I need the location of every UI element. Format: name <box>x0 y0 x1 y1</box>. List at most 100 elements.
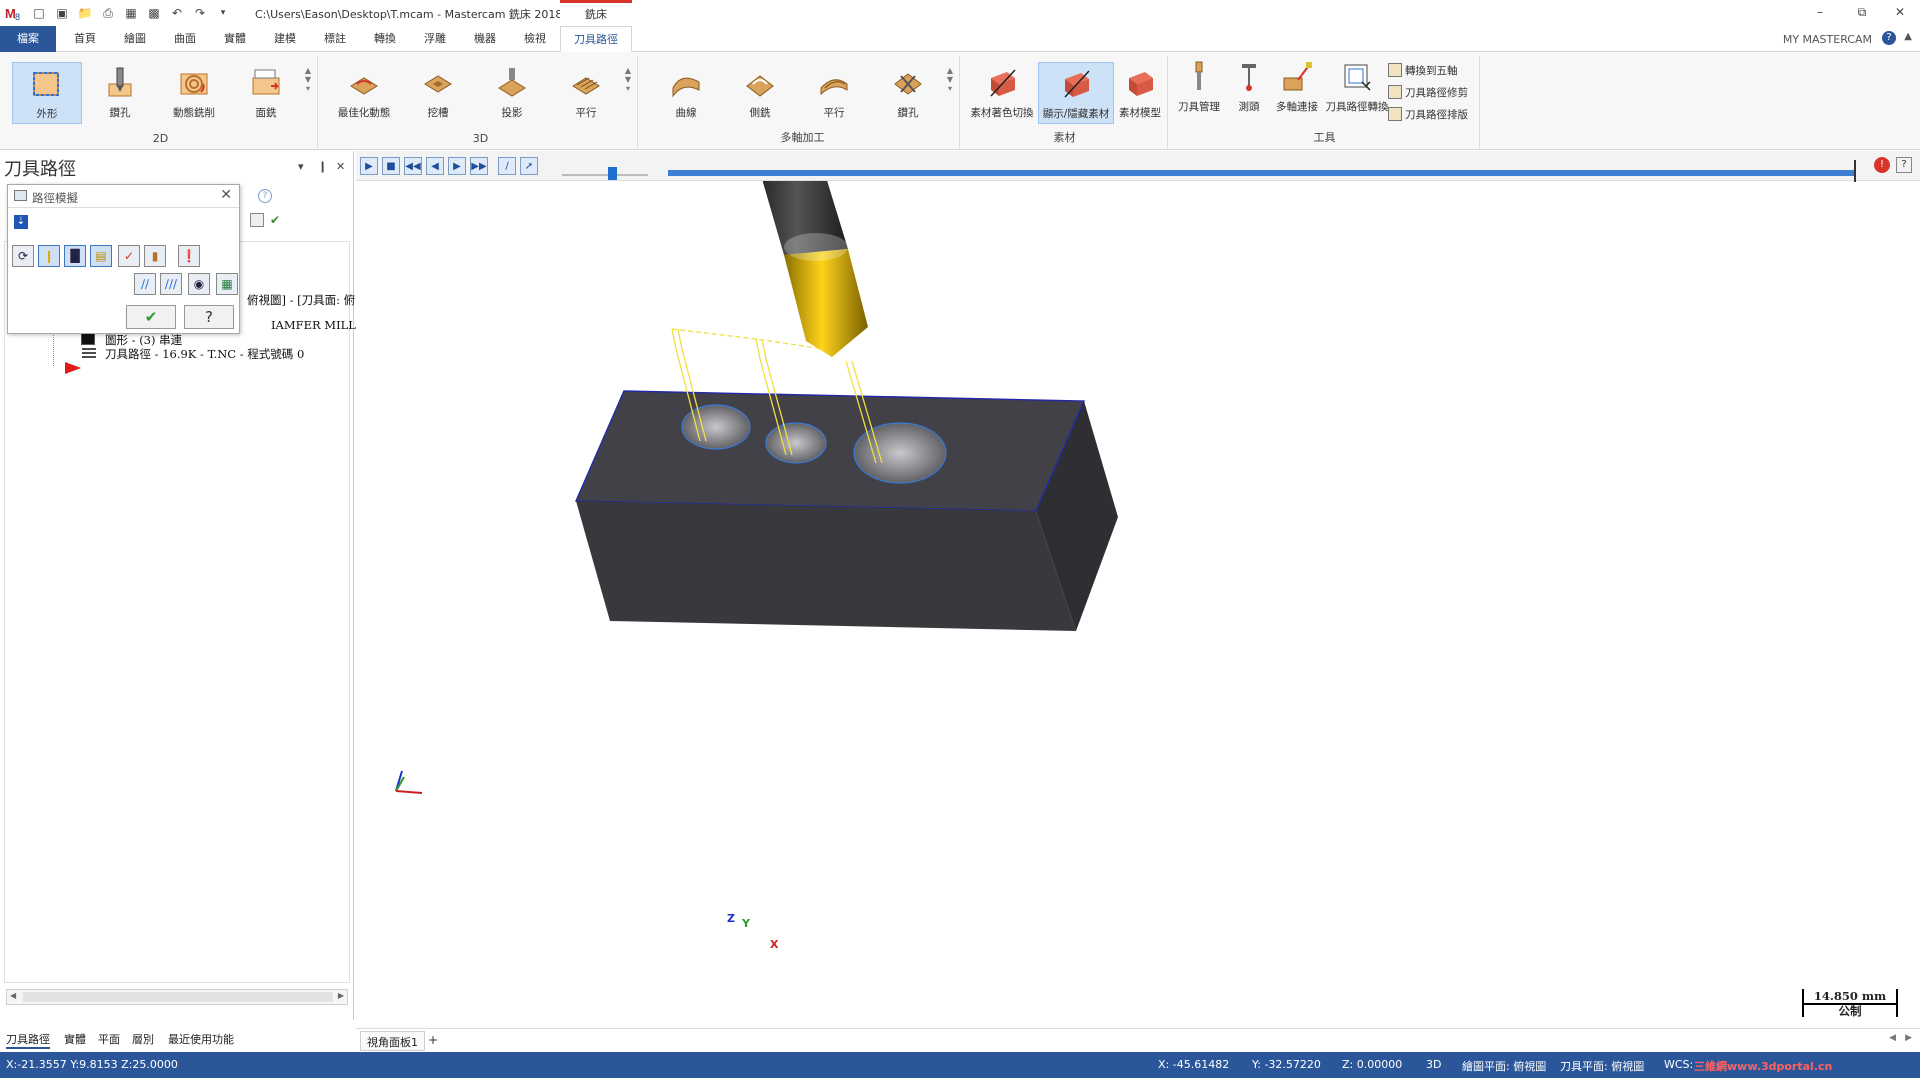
dialog-help-button[interactable]: ? <box>184 305 234 329</box>
restore-button[interactable]: ⧉ <box>1848 5 1876 21</box>
nesting-button[interactable]: 刀具路徑排版 <box>1388 104 1468 124</box>
scroll-right-icon[interactable]: ▶ <box>338 991 344 1000</box>
tab-transform[interactable]: 轉換 <box>362 26 408 52</box>
open-folder-icon[interactable]: 📁 <box>76 4 94 22</box>
display-color-cycle-button[interactable]: ⟳ <box>12 245 34 267</box>
curve-multiaxis-button[interactable]: 曲線 <box>656 62 716 124</box>
status-tool-plane[interactable]: 刀具平面: 俯視圖 <box>1560 1058 1644 1074</box>
panel-toolbar-icon-a[interactable] <box>250 213 264 227</box>
run-mode-button[interactable]: ➚ <box>520 157 538 175</box>
pocket-3d-button[interactable]: 挖槽 <box>408 62 468 124</box>
customize-dropdown-icon[interactable]: ▾ <box>214 4 232 22</box>
close-window-button[interactable]: ✕ <box>1886 5 1914 21</box>
panel-dropdown-icon[interactable]: ▾ <box>298 160 304 173</box>
panel-help-icon[interactable]: ? <box>258 189 272 203</box>
tab-home[interactable]: 首頁 <box>62 26 108 52</box>
properties-icon[interactable]: ▩ <box>145 4 163 22</box>
panel-toolbar-icon-b[interactable]: ✔ <box>270 213 284 227</box>
tab-surfaces[interactable]: 曲面 <box>162 26 208 52</box>
tree-row-toolpath[interactable]: 刀具路徑 - 16.9K - T.NC - 程式號碼 0 <box>105 346 304 362</box>
go-to-start-button[interactable]: ◀◀ <box>404 157 422 175</box>
manager-tab-recent[interactable]: 最近使用功能 <box>168 1031 234 1047</box>
expand-options-icon[interactable]: ⇣ <box>14 215 28 229</box>
convert-to-5axis-button[interactable]: 轉換到五軸 <box>1388 60 1458 80</box>
panel-close-icon[interactable]: ✕ <box>336 160 345 173</box>
status-z[interactable]: Z: 0.00000 <box>1342 1058 1402 1071</box>
toolpath-info-button[interactable]: ∕∕ <box>134 273 156 295</box>
play-button[interactable]: ▶ <box>360 157 378 175</box>
print-preview-icon[interactable]: ▦ <box>122 4 140 22</box>
swarf-button[interactable]: 側銑 <box>730 62 790 124</box>
insert-arrow-icon[interactable] <box>63 360 83 376</box>
save-icon[interactable]: ▣ <box>53 4 71 22</box>
panel-pin-icon[interactable]: ❙ <box>318 160 327 173</box>
screenshot-button[interactable]: ◉ <box>188 273 210 295</box>
drill-multiaxis-button[interactable]: 鑽孔 <box>878 62 938 124</box>
multiaxis-linking-button[interactable]: 多軸連接 <box>1270 56 1324 118</box>
gallery-scroll-multiaxis[interactable]: ▲ ▼ ▾ <box>944 66 956 93</box>
tab-toolpaths[interactable]: 刀具路徑 <box>560 26 632 52</box>
tab-model-prep[interactable]: 建模 <box>262 26 308 52</box>
mastercam-logo-icon[interactable]: M 8 <box>4 3 24 23</box>
new-file-icon[interactable]: □ <box>30 4 48 22</box>
help-icon[interactable]: ? <box>1882 31 1896 45</box>
toolpath-all-button[interactable]: ∕∕∕ <box>160 273 182 295</box>
go-to-end-button[interactable]: ▶▶ <box>470 157 488 175</box>
display-tool-button[interactable]: ❙ <box>38 245 60 267</box>
tab-view[interactable]: 檢視 <box>512 26 558 52</box>
dialog-close-icon[interactable]: ✕ <box>220 187 232 203</box>
manager-tab-planes[interactable]: 平面 <box>98 1031 120 1047</box>
tab-file[interactable]: 檔案 <box>0 26 56 52</box>
face-mill-button[interactable]: 面銑 <box>236 62 296 124</box>
dynamic-mill-button[interactable]: 動態銑削 <box>164 62 224 124</box>
tab-machine[interactable]: 機器 <box>462 26 508 52</box>
trace-mode-button[interactable]: ∕ <box>498 157 516 175</box>
display-entity-endpoints-button[interactable]: ✓ <box>118 245 140 267</box>
viewsheet-scroll-left-icon[interactable]: ◀ <box>1889 1033 1896 1043</box>
drill-button[interactable]: 鑽孔 <box>90 62 150 124</box>
tab-solids[interactable]: 實體 <box>212 26 258 52</box>
graphics-viewport[interactable]: Z Y X <box>356 151 1920 1024</box>
probe-button[interactable]: 測頭 <box>1226 56 1272 118</box>
add-viewsheet-button[interactable]: + <box>428 1033 438 1047</box>
sim-help-icon[interactable]: ? <box>1896 157 1912 173</box>
status-wcs[interactable]: WCS: <box>1664 1058 1693 1071</box>
optirough-button[interactable]: 最佳化動態 <box>334 62 394 124</box>
configure-button[interactable]: ❗ <box>178 245 200 267</box>
tool-manager-button[interactable]: 刀具管理 <box>1172 56 1226 118</box>
undo-icon[interactable]: ↶ <box>168 4 186 22</box>
scene-canvas[interactable] <box>356 151 1920 1024</box>
my-mastercam-link[interactable]: MY MASTERCAM <box>1783 33 1872 46</box>
show-hide-stock-button[interactable]: 顯示/隱藏素材 <box>1038 62 1114 124</box>
viewsheet-tab[interactable]: 視角面板1 <box>360 1031 425 1051</box>
minimize-button[interactable]: – <box>1806 5 1834 21</box>
progress-end-marker[interactable] <box>1854 160 1856 182</box>
playback-progress-bar[interactable] <box>668 170 1856 176</box>
shade-verify-button[interactable]: ▮ <box>144 245 166 267</box>
display-rapid-button[interactable]: ▤ <box>90 245 112 267</box>
stop-button[interactable]: ■ <box>382 157 400 175</box>
tab-wireframe[interactable]: 繪圖 <box>112 26 158 52</box>
status-mode[interactable]: 3D <box>1426 1058 1441 1071</box>
tab-drafting[interactable]: 標註 <box>312 26 358 52</box>
scrollbar-thumb[interactable] <box>23 992 333 1002</box>
stock-shading-toggle-button[interactable]: 素材著色切換 <box>968 62 1036 124</box>
parallel-3d-button[interactable]: 平行 <box>556 62 616 124</box>
print-icon[interactable]: ⎙ <box>99 4 117 22</box>
ok-button[interactable]: ✔ <box>126 305 176 329</box>
display-holder-button[interactable]: █ <box>64 245 86 267</box>
gallery-scroll-3d[interactable]: ▲ ▼ ▾ <box>622 66 634 93</box>
collapse-ribbon-icon[interactable]: ▲ <box>1904 31 1912 42</box>
manager-tab-solids[interactable]: 實體 <box>64 1031 86 1047</box>
tab-art[interactable]: 浮雕 <box>412 26 458 52</box>
save-geometry-button[interactable]: ▦ <box>216 273 238 295</box>
toolpath-transform-button[interactable]: 刀具路徑轉換 <box>1324 56 1390 118</box>
alert-icon[interactable]: ! <box>1874 157 1890 173</box>
status-y[interactable]: Y: -32.57220 <box>1252 1058 1321 1071</box>
speed-slider-thumb[interactable] <box>608 167 617 180</box>
tree-row-planes[interactable]: 俯視圖] - [刀具面: 俯 <box>247 292 355 308</box>
trim-toolpath-button[interactable]: 刀具路徑修剪 <box>1388 82 1468 102</box>
project-button[interactable]: 投影 <box>482 62 542 124</box>
status-x[interactable]: X: -45.61482 <box>1158 1058 1229 1071</box>
manager-tab-levels[interactable]: 層別 <box>132 1031 154 1047</box>
